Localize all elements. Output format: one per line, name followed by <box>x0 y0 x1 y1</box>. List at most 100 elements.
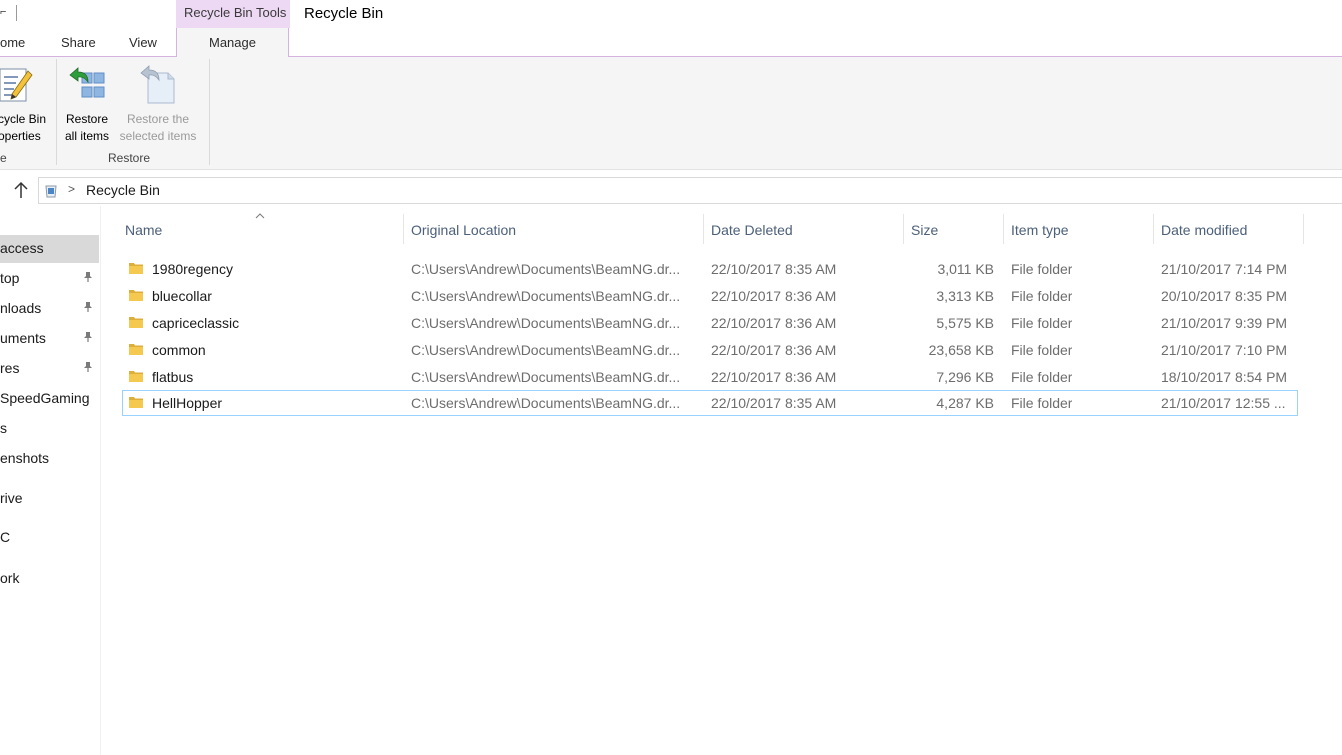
nav-item-s[interactable]: s <box>0 415 99 443</box>
breadcrumb-recycle-bin[interactable]: Recycle Bin <box>86 182 160 198</box>
nav-pictures[interactable]: res <box>0 355 99 383</box>
navigation-pane: access top nloads uments res SpeedGaming… <box>0 206 101 755</box>
breadcrumb-chevron-icon[interactable]: > <box>68 182 75 196</box>
nav-label: s <box>0 420 7 436</box>
restore-all-items-button[interactable]: Restore all items <box>60 61 114 145</box>
restore-selected-items-button[interactable]: Restore the selected items <box>116 61 202 145</box>
file-date-modified: 21/10/2017 7:14 PM <box>1161 261 1288 277</box>
tab-home[interactable]: ome <box>0 35 25 50</box>
column-separator[interactable] <box>403 214 404 244</box>
folder-icon <box>129 317 143 328</box>
file-row[interactable]: 1980regency C:\Users\Andrew\Documents\Be… <box>122 256 1298 282</box>
restore-all-label-1: Restore <box>65 112 109 126</box>
restore-selected-icon <box>140 65 175 104</box>
folder-icon <box>129 371 143 382</box>
column-header-item-type[interactable]: Item type <box>1011 222 1069 238</box>
nav-documents[interactable]: uments <box>0 325 99 353</box>
file-type: File folder <box>1011 342 1073 358</box>
nav-label: SpeedGaming <box>0 390 90 406</box>
nav-onedrive[interactable]: rive <box>0 485 99 513</box>
file-date-modified: 21/10/2017 9:39 PM <box>1161 315 1288 331</box>
column-header-original-location[interactable]: Original Location <box>411 222 516 238</box>
file-type: File folder <box>1011 395 1073 411</box>
column-separator[interactable] <box>1303 214 1304 244</box>
file-date-deleted: 22/10/2017 8:36 AM <box>711 369 837 385</box>
file-size: 23,658 KB <box>928 342 994 358</box>
address-bar[interactable] <box>38 177 1342 204</box>
restore-selected-label-1: Restore the <box>126 112 190 126</box>
restore-all-label-2: all items <box>64 129 109 143</box>
quick-access-dropdown-icon[interactable]: ⌐ <box>0 6 6 18</box>
file-location: C:\Users\Andrew\Documents\BeamNG.dr... <box>411 369 681 385</box>
pin-icon[interactable] <box>82 271 94 283</box>
context-tab-label: Recycle Bin Tools <box>184 5 287 20</box>
column-separator[interactable] <box>1153 214 1154 244</box>
sort-ascending-icon <box>255 213 265 219</box>
file-location: C:\Users\Andrew\Documents\BeamNG.dr... <box>411 315 681 331</box>
file-row[interactable]: common C:\Users\Andrew\Documents\BeamNG.… <box>122 337 1298 363</box>
file-name: flatbus <box>152 369 194 385</box>
restore-all-icon <box>69 67 105 98</box>
folder-icon <box>129 397 143 408</box>
column-header-date-modified[interactable]: Date modified <box>1161 222 1247 238</box>
file-row[interactable]: flatbus C:\Users\Andrew\Documents\BeamNG… <box>122 364 1298 390</box>
file-date-deleted: 22/10/2017 8:35 AM <box>711 395 837 411</box>
file-name: common <box>152 342 206 358</box>
up-arrow-icon[interactable] <box>12 180 30 200</box>
file-date-deleted: 22/10/2017 8:36 AM <box>711 288 837 304</box>
file-size: 7,296 KB <box>936 369 994 385</box>
nav-label: ork <box>0 570 20 586</box>
file-location: C:\Users\Andrew\Documents\BeamNG.dr... <box>411 342 681 358</box>
nav-label: nloads <box>0 300 42 316</box>
tab-manage[interactable]: Manage <box>176 28 289 57</box>
folder-icon <box>129 290 143 301</box>
nav-label: uments <box>0 330 46 346</box>
file-date-modified: 21/10/2017 7:10 PM <box>1161 342 1288 358</box>
tab-share[interactable]: Share <box>61 35 96 50</box>
file-date-deleted: 22/10/2017 8:36 AM <box>711 342 837 358</box>
nav-quick-access[interactable]: access <box>0 235 99 263</box>
file-type: File folder <box>1011 288 1073 304</box>
column-separator[interactable] <box>903 214 904 244</box>
pin-icon[interactable] <box>82 361 94 373</box>
nav-desktop[interactable]: top <box>0 265 99 293</box>
column-header-name[interactable]: Name <box>125 222 162 238</box>
file-name: capriceclassic <box>152 315 240 331</box>
column-header-date-deleted[interactable]: Date Deleted <box>711 222 793 238</box>
column-header-size[interactable]: Size <box>911 222 938 238</box>
file-size: 3,313 KB <box>936 288 994 304</box>
file-row[interactable]: capriceclassic C:\Users\Andrew\Documents… <box>122 310 1298 336</box>
tab-view[interactable]: View <box>129 35 157 50</box>
nav-speedgaming[interactable]: SpeedGaming <box>0 385 99 413</box>
nav-label: res <box>0 360 20 376</box>
file-row[interactable]: bluecollar C:\Users\Andrew\Documents\Bea… <box>122 283 1298 309</box>
file-date-deleted: 22/10/2017 8:35 AM <box>711 261 837 277</box>
recycle-bin-properties-button[interactable]: cycle Bin operties <box>0 61 50 145</box>
group-separator <box>209 59 210 165</box>
ribbon: cycle Bin operties Restore all items Res… <box>0 57 1342 170</box>
nav-screenshots[interactable]: enshots <box>0 445 99 473</box>
group-label-restore: Restore <box>108 151 151 165</box>
column-separator[interactable] <box>703 214 704 244</box>
nav-network[interactable]: ork <box>0 565 99 593</box>
recycle-bin-properties-icon <box>0 68 33 102</box>
pin-icon[interactable] <box>82 331 94 343</box>
file-size: 5,575 KB <box>936 315 994 331</box>
column-separator[interactable] <box>1003 214 1004 244</box>
properties-label-2: operties <box>0 129 41 143</box>
toolbar-separator <box>16 5 17 21</box>
file-date-modified: 21/10/2017 12:55 ... <box>1161 395 1286 411</box>
file-row-selected[interactable]: HellHopper C:\Users\Andrew\Documents\Bea… <box>122 390 1298 416</box>
pin-icon[interactable] <box>82 301 94 313</box>
file-location: C:\Users\Andrew\Documents\BeamNG.dr... <box>411 261 681 277</box>
context-tab-header: Recycle Bin Tools <box>176 0 290 28</box>
file-type: File folder <box>1011 315 1073 331</box>
file-name: 1980regency <box>152 261 233 277</box>
file-type: File folder <box>1011 261 1073 277</box>
nav-this-pc[interactable]: C <box>0 524 99 552</box>
file-size: 3,011 KB <box>937 261 994 277</box>
nav-label: rive <box>0 490 23 506</box>
nav-downloads[interactable]: nloads <box>0 295 99 323</box>
folder-icon <box>129 263 143 274</box>
nav-label: top <box>0 270 20 286</box>
